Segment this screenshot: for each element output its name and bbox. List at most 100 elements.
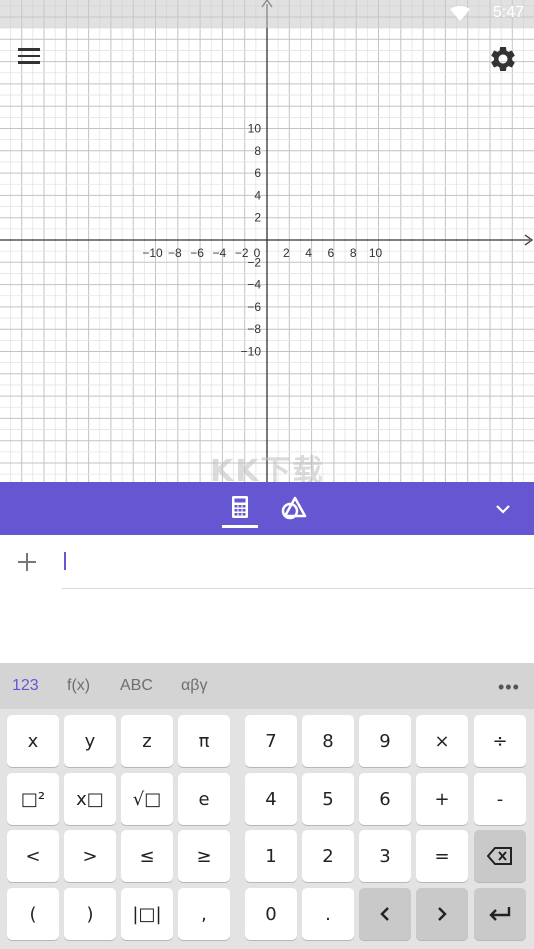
- key-label: ×: [434, 730, 450, 752]
- key-label: |□|: [132, 903, 162, 925]
- cursor-right-key[interactable]: [416, 888, 468, 940]
- settings-button[interactable]: [488, 44, 518, 74]
- x-tick-label: 6: [328, 246, 335, 260]
- graphing-view[interactable]: −10 −8 −6 −4 −2 0 2 4 6 8 10 10 8 6 4 2 −2 −4 −6 −8 −10 KK下载: [0, 0, 534, 482]
- y-tick-label: 2: [254, 211, 261, 225]
- digit-key-2[interactable]: 2: [302, 830, 354, 882]
- key-label: ): [86, 903, 94, 925]
- square-key[interactable]: □²: [7, 773, 59, 825]
- sqrt-key[interactable]: √□: [121, 773, 173, 825]
- digit-key-4[interactable]: 4: [245, 773, 297, 825]
- pi-key[interactable]: π: [178, 715, 230, 767]
- digit-key-3[interactable]: 3: [359, 830, 411, 882]
- collapse-button[interactable]: [490, 498, 516, 520]
- open-paren-key[interactable]: (: [7, 888, 59, 940]
- cursor-left-key[interactable]: [359, 888, 411, 940]
- divide-key[interactable]: ÷: [474, 715, 526, 767]
- x-tick-label: −6: [190, 246, 204, 260]
- menu-button[interactable]: [14, 44, 50, 72]
- power-key[interactable]: x□: [64, 773, 116, 825]
- greater-equal-key[interactable]: ≥: [178, 830, 230, 882]
- key-label: 1: [265, 845, 277, 867]
- arrow-right-icon: [438, 907, 447, 921]
- key-label: x: [27, 730, 39, 752]
- x-tick-label: −10: [142, 246, 163, 260]
- key-label: 3: [379, 845, 391, 867]
- abs-key[interactable]: |□|: [121, 888, 173, 940]
- key-label: e: [198, 788, 210, 810]
- algebra-input[interactable]: [62, 543, 534, 589]
- add-button[interactable]: [14, 549, 40, 575]
- arrow-left-icon: [380, 907, 389, 921]
- plus-key[interactable]: +: [416, 773, 468, 825]
- coordinate-grid[interactable]: −10 −8 −6 −4 −2 0 2 4 6 8 10108642−2−4−6−8−10: [0, 0, 534, 482]
- digit-key-5[interactable]: 5: [302, 773, 354, 825]
- key-label: 6: [379, 788, 391, 810]
- x-tick-label: 2: [283, 246, 290, 260]
- key-label: +: [434, 788, 450, 810]
- digit-key-1[interactable]: 1: [245, 830, 297, 882]
- minus-key[interactable]: -: [474, 773, 526, 825]
- key-label: (: [29, 903, 37, 925]
- tab-tools[interactable]: [278, 490, 310, 524]
- key-label: 8: [322, 730, 334, 752]
- y-tick-label: 10: [248, 122, 262, 136]
- kb-tab-functions[interactable]: f(x): [67, 677, 90, 695]
- key-label: ÷: [492, 730, 508, 752]
- tab-algebra[interactable]: [222, 490, 258, 528]
- digit-key-0[interactable]: 0: [245, 888, 297, 940]
- x-tick-label: −8: [168, 246, 182, 260]
- key-label: <: [25, 845, 41, 867]
- greater-than-key[interactable]: >: [64, 830, 116, 882]
- close-paren-key[interactable]: ): [64, 888, 116, 940]
- key-x[interactable]: x: [7, 715, 59, 767]
- key-label: π: [198, 730, 210, 752]
- chevron-down-icon: [496, 505, 510, 514]
- decimal-key[interactable]: .: [302, 888, 354, 940]
- kb-tab-greek[interactable]: αβγ: [181, 677, 207, 695]
- key-label: z: [142, 730, 152, 752]
- keyboard-tabs: 123 f(x) ABC αβγ •••: [0, 663, 534, 709]
- x-tick-label: 10: [369, 246, 383, 260]
- key-label: 4: [265, 788, 277, 810]
- calculator-icon: [232, 496, 248, 518]
- key-label: >: [82, 845, 98, 867]
- key-label: ≥: [196, 845, 212, 867]
- more-options-button[interactable]: •••: [498, 677, 520, 698]
- status-time: 5:47: [492, 4, 524, 21]
- shapes-tool-icon: [281, 496, 307, 520]
- digit-key-8[interactable]: 8: [302, 715, 354, 767]
- key-label: √□: [132, 788, 162, 810]
- y-tick-label: 8: [254, 144, 261, 158]
- plus-icon: [18, 553, 36, 571]
- key-label: -: [496, 788, 504, 810]
- kb-tab-abc[interactable]: ABC: [120, 677, 153, 695]
- e-key[interactable]: e: [178, 773, 230, 825]
- backspace-key[interactable]: [474, 830, 526, 882]
- comma-key[interactable]: ,: [178, 888, 230, 940]
- kb-tab-123[interactable]: 123: [12, 677, 39, 695]
- key-label: 9: [379, 730, 391, 752]
- digit-key-9[interactable]: 9: [359, 715, 411, 767]
- multiply-key[interactable]: ×: [416, 715, 468, 767]
- wifi-icon: [450, 6, 470, 21]
- y-tick-label: −4: [247, 278, 261, 292]
- enter-key[interactable]: [474, 888, 526, 940]
- key-label: □²: [20, 788, 46, 810]
- key-y[interactable]: y: [64, 715, 116, 767]
- y-tick-label: −6: [247, 300, 261, 314]
- equals-key[interactable]: =: [416, 830, 468, 882]
- key-z[interactable]: z: [121, 715, 173, 767]
- less-than-key[interactable]: <: [7, 830, 59, 882]
- hamburger-icon: [18, 48, 40, 51]
- key-label: .: [325, 903, 331, 925]
- x-tick-label: 8: [350, 246, 357, 260]
- enter-icon: [489, 907, 511, 921]
- digit-key-6[interactable]: 6: [359, 773, 411, 825]
- math-keyboard: 123 f(x) ABC αβγ ••• x y z π □² x□ √□ e < > ≤ ≥() |□…: [0, 663, 534, 949]
- key-label: ≤: [139, 845, 155, 867]
- view-toolbar: [0, 482, 534, 535]
- status-bar: 5:47: [0, 0, 534, 28]
- less-equal-key[interactable]: ≤: [121, 830, 173, 882]
- digit-key-7[interactable]: 7: [245, 715, 297, 767]
